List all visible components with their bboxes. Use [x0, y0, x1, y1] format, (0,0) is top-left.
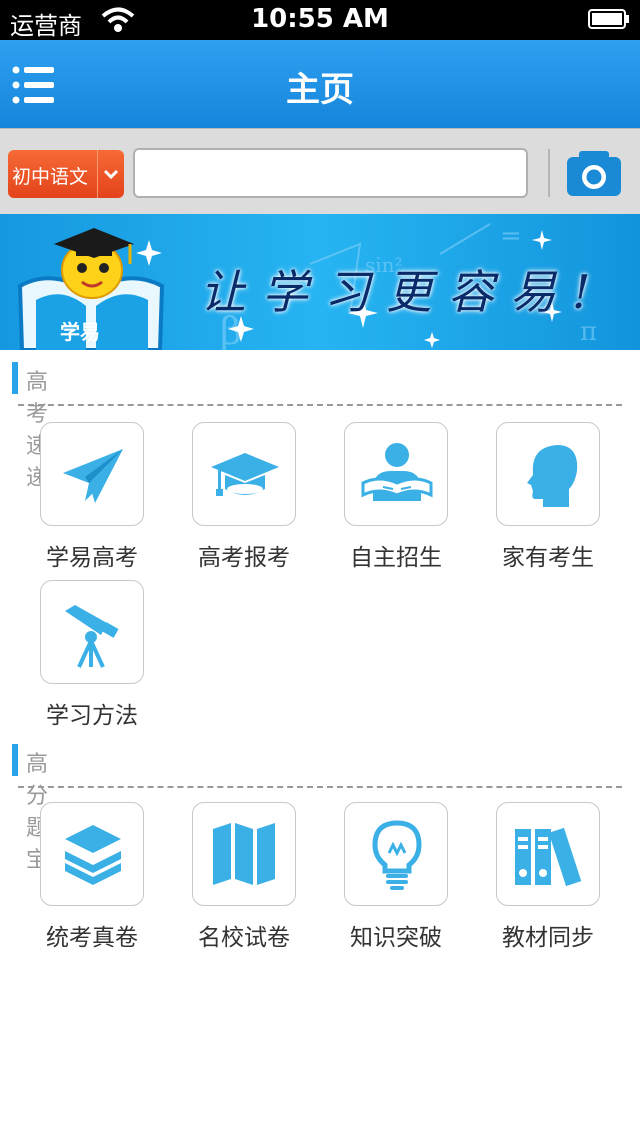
tile-label: 知识突破	[350, 925, 442, 951]
divider	[548, 149, 550, 197]
camera-icon[interactable]	[566, 149, 622, 197]
tile-icon-box	[496, 802, 600, 906]
tile-zizhu-zhaosheng[interactable]: 自主招生	[344, 422, 448, 571]
map-icon	[213, 823, 275, 885]
paper-plane-icon	[63, 449, 123, 503]
tile-icon-box	[40, 580, 144, 684]
tile-label: 家有考生	[502, 545, 594, 571]
tile-tongkao-zhenjuan[interactable]: 统考真卷	[40, 802, 144, 951]
tile-label: 教材同步	[502, 925, 594, 951]
tile-icon-box	[40, 802, 144, 906]
tile-label: 高考报考	[198, 545, 290, 571]
subject-dropdown[interactable]: 初中语文	[8, 150, 124, 198]
banner-slogan: 让学习更容易!	[200, 265, 607, 319]
tile-icon-box	[496, 422, 600, 526]
section-accent-bar	[12, 362, 18, 394]
tile-label: 自主招生	[350, 545, 442, 571]
nav-bar: 主页	[0, 40, 640, 128]
dashed-divider	[18, 786, 622, 788]
search-bar: 初中语文	[0, 128, 640, 215]
tile-mingxiao-shijuan[interactable]: 名校试卷	[192, 802, 296, 951]
clock: 10:55 AM	[251, 4, 389, 34]
tile-icon-box	[192, 802, 296, 906]
telescope-icon	[65, 605, 119, 668]
reader-icon	[361, 443, 433, 501]
head-icon	[527, 445, 578, 507]
tile-jiayou-kaosheng[interactable]: 家有考生	[496, 422, 600, 571]
tile-label: 学易高考	[46, 545, 138, 571]
tile-icon-box	[344, 422, 448, 526]
tile-label: 统考真卷	[46, 925, 138, 951]
subject-label: 初中语文	[12, 166, 89, 188]
battery-icon	[588, 9, 629, 29]
graduation-cap-icon	[211, 453, 279, 496]
binders-icon	[515, 827, 582, 887]
search-input-box[interactable]	[133, 148, 528, 198]
logo-text: 学易	[60, 320, 100, 344]
tile-xueyi-gaokao[interactable]: 学易高考	[40, 422, 144, 571]
tile-xuexi-fangfa[interactable]: 学习方法	[40, 580, 144, 729]
dashed-divider	[18, 404, 622, 406]
tile-gaokao-baokao[interactable]: 高考报考	[192, 422, 296, 571]
tile-zhishi-tupo[interactable]: 知识突破	[344, 802, 448, 951]
tile-label: 名校试卷	[198, 925, 290, 951]
status-bar: 运营商 10:55 AM	[0, 0, 640, 40]
page-title: 主页	[286, 70, 354, 110]
banner[interactable]: β sin² π = 学易 让学习更容易!	[0, 214, 640, 350]
svg-text:=: =	[500, 221, 522, 251]
tile-jiaocai-tongbu[interactable]: 教材同步	[496, 802, 600, 951]
section-accent-bar	[12, 744, 18, 776]
tile-icon-box	[40, 422, 144, 526]
lightbulb-icon	[372, 820, 422, 890]
search-input[interactable]	[135, 150, 526, 196]
layers-icon	[65, 825, 121, 885]
tile-label: 学习方法	[46, 703, 138, 729]
tile-icon-box	[344, 802, 448, 906]
tile-icon-box	[192, 422, 296, 526]
chevron-down-icon	[97, 150, 119, 198]
